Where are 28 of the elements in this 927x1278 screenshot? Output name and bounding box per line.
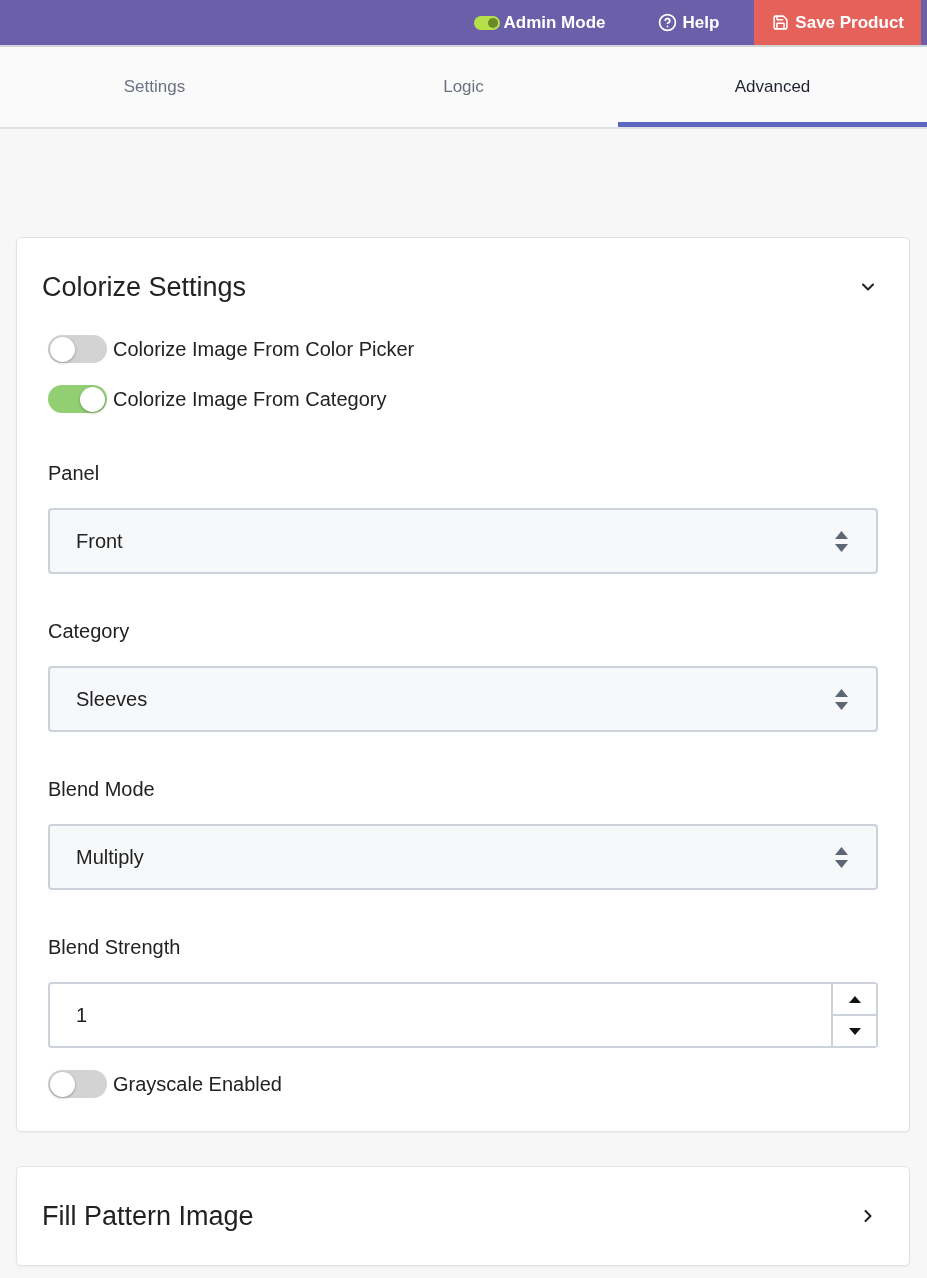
down-triangle-icon — [848, 1027, 861, 1035]
help-button[interactable]: Help — [657, 0, 720, 45]
section-title: Fill Pattern Image — [42, 1200, 254, 1232]
number-input[interactable]: 1 — [48, 982, 878, 1048]
toggle-label: Grayscale Enabled — [113, 1072, 282, 1096]
field-label: Category — [48, 619, 131, 643]
toggle-label: Colorize Image From Category — [113, 387, 387, 411]
toggle-switch[interactable] — [48, 1070, 107, 1098]
admin-mode-toggle[interactable]: Admin Mode — [473, 0, 606, 45]
toggle-switch[interactable] — [48, 385, 107, 413]
section-title: Colorize Settings — [42, 271, 247, 303]
field-label: Blend Mode — [48, 777, 156, 801]
field-label: Panel — [48, 461, 101, 485]
field-label: Blend Strength — [48, 935, 182, 959]
tab[interactable]: Logic — [309, 47, 618, 127]
select-field[interactable]: Sleeves — [48, 666, 878, 732]
help-icon — [657, 13, 677, 32]
up-down-icon — [835, 530, 848, 552]
tab[interactable]: Advanced — [618, 47, 927, 127]
up-down-icon — [835, 688, 848, 710]
decrement-button[interactable] — [833, 1014, 876, 1046]
up-down-icon — [835, 846, 848, 868]
select-field[interactable]: Multiply — [48, 824, 878, 890]
toggle-label: Colorize Image From Color Picker — [113, 337, 415, 361]
up-triangle-icon — [848, 995, 861, 1003]
toggle-switch[interactable] — [48, 335, 107, 363]
select-field[interactable]: Front — [48, 508, 878, 574]
tab[interactable]: Settings — [0, 47, 309, 127]
